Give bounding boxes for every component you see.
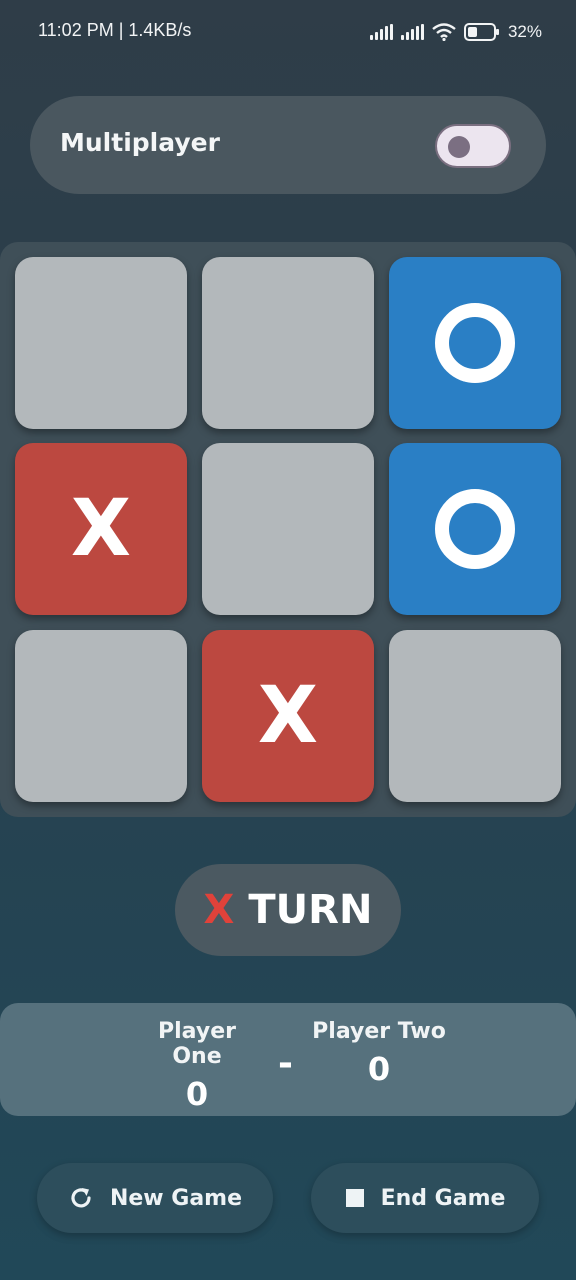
toggle-knob: [448, 136, 470, 158]
signal-icon: [369, 24, 393, 40]
new-game-label: New Game: [109, 1185, 243, 1211]
scoreboard: Player One 0 - Player Two 0: [0, 1003, 576, 1116]
battery-icon: [463, 23, 499, 41]
signal-icon: [400, 24, 424, 40]
end-game-button[interactable]: End Game: [311, 1163, 539, 1233]
multiplayer-label: Multiplayer: [60, 128, 220, 157]
status-icons: 32%: [369, 21, 542, 43]
turn-indicator: X TURN: [175, 864, 401, 956]
player-one: Player One 0: [130, 1019, 264, 1113]
stop-icon: [345, 1189, 364, 1207]
turn-label: TURN: [248, 887, 373, 933]
board-cell[interactable]: [202, 257, 374, 429]
player-two-score: 0: [367, 1050, 391, 1088]
o-mark: [435, 489, 515, 569]
multiplayer-toggle[interactable]: [435, 124, 511, 168]
status-time: 11:02 PM | 1.4KB/s: [38, 20, 192, 40]
status-bar: 11:02 PM | 1.4KB/s 32%: [0, 0, 576, 64]
board-cell[interactable]: [15, 257, 187, 429]
new-game-button[interactable]: New Game: [37, 1163, 273, 1233]
board-cell[interactable]: [389, 443, 561, 615]
wifi-icon: [432, 23, 456, 41]
player-two-name: Player Two: [312, 1019, 446, 1044]
x-mark: X: [70, 484, 132, 574]
game-board: XX: [0, 242, 576, 817]
board-cell[interactable]: X: [15, 443, 187, 615]
player-two: Player Two 0: [312, 1019, 446, 1088]
board-cell[interactable]: [202, 443, 374, 615]
refresh-icon: [71, 1188, 91, 1208]
board-cell[interactable]: [389, 630, 561, 802]
turn-mark: X: [203, 887, 235, 933]
score-separator: -: [278, 1043, 293, 1084]
end-game-label: End Game: [380, 1185, 506, 1211]
multiplayer-card: Multiplayer: [30, 96, 546, 194]
x-mark: X: [257, 671, 319, 761]
board-cell[interactable]: [389, 257, 561, 429]
battery-percent: 32%: [507, 22, 542, 41]
o-mark: [435, 303, 515, 383]
player-one-score: 0: [185, 1075, 209, 1113]
board-cell[interactable]: X: [202, 630, 374, 802]
player-one-name: Player One: [158, 1019, 236, 1069]
board-cell[interactable]: [15, 630, 187, 802]
